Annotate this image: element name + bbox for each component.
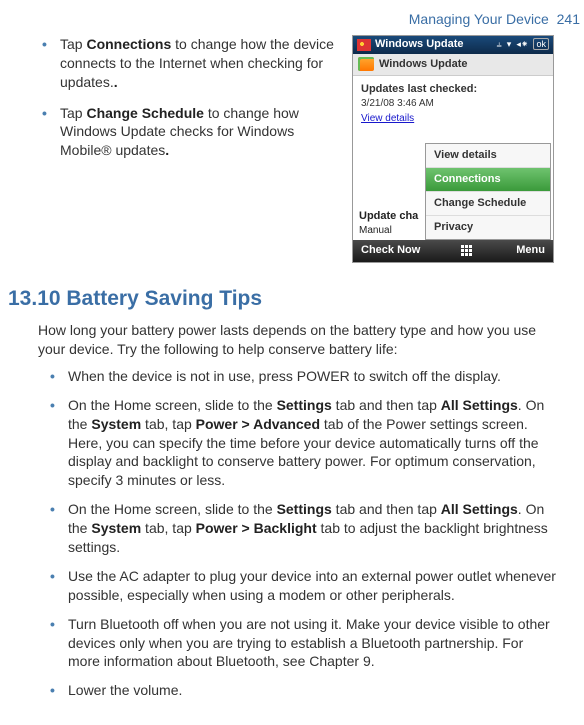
tip-item-0: When the device is not in use, press POW… bbox=[38, 367, 556, 386]
top-bullet-0: Tap Connections to change how the device… bbox=[30, 35, 340, 92]
softkey-left[interactable]: Check Now bbox=[361, 243, 420, 258]
phone-body: Updates last checked: 3/21/08 3:46 AM Vi… bbox=[353, 76, 553, 140]
section-title: Managing Your Device bbox=[409, 11, 549, 27]
top-bullet-1: Tap Change Schedule to change how Window… bbox=[30, 104, 340, 161]
update-check-peek: Update cha Manual bbox=[359, 209, 418, 237]
updates-last-checked-time: 3/21/08 3:46 AM bbox=[361, 97, 545, 111]
update-check-mode: Manual bbox=[359, 224, 418, 238]
windows-update-icon bbox=[358, 57, 374, 71]
menu-item-privacy[interactable]: Privacy bbox=[426, 216, 550, 239]
page-number: 241 bbox=[557, 11, 580, 27]
tip-item-2: On the Home screen, slide to the Setting… bbox=[38, 500, 556, 557]
phone-screenshot: Windows Update ⫨ ▾ ◂⁕ ok Windows Update … bbox=[352, 35, 554, 263]
menu-item-connections[interactable]: Connections bbox=[426, 168, 550, 192]
ok-button[interactable]: ok bbox=[533, 38, 549, 50]
menu-item-view-details[interactable]: View details bbox=[426, 144, 550, 168]
tip-item-3: Use the AC adapter to plug your device i… bbox=[38, 567, 556, 605]
tip-item-1: On the Home screen, slide to the Setting… bbox=[38, 396, 556, 490]
windows-update-label: Windows Update bbox=[379, 57, 468, 72]
menu-popup: View detailsConnectionsChange SchedulePr… bbox=[425, 143, 551, 239]
softkey-right[interactable]: Menu bbox=[516, 243, 545, 258]
start-flag-icon bbox=[357, 39, 371, 51]
status-icons: ⫨ ▾ ◂⁕ ok bbox=[495, 37, 549, 52]
phone-title: Windows Update bbox=[375, 37, 495, 52]
section-heading: 13.10 Battery Saving Tips bbox=[8, 285, 584, 313]
signal-icon: ⫨ bbox=[497, 39, 502, 49]
phone-softkey-bar: Check Now Menu bbox=[353, 240, 553, 262]
menu-item-change-schedule[interactable]: Change Schedule bbox=[426, 192, 550, 216]
intro-paragraph: How long your battery power lasts depend… bbox=[38, 321, 556, 359]
windows-update-band: Windows Update bbox=[353, 54, 553, 76]
top-instruction-block: Tap Connections to change how the device… bbox=[30, 35, 340, 172]
page-header: Managing Your Device 241 bbox=[0, 10, 584, 29]
update-check-label: Update cha bbox=[359, 209, 418, 224]
tip-item-4: Turn Bluetooth off when you are not usin… bbox=[38, 615, 556, 672]
speaker-icon: ◂⁕ bbox=[516, 39, 528, 49]
phone-titlebar: Windows Update ⫨ ▾ ◂⁕ ok bbox=[353, 36, 553, 54]
signal-bars-icon: ▾ bbox=[507, 39, 512, 49]
apps-grid-icon[interactable] bbox=[461, 245, 475, 257]
updates-last-checked-label: Updates last checked: bbox=[361, 82, 545, 97]
tip-item-5: Lower the volume. bbox=[38, 681, 556, 700]
view-details-link[interactable]: View details bbox=[361, 112, 414, 126]
